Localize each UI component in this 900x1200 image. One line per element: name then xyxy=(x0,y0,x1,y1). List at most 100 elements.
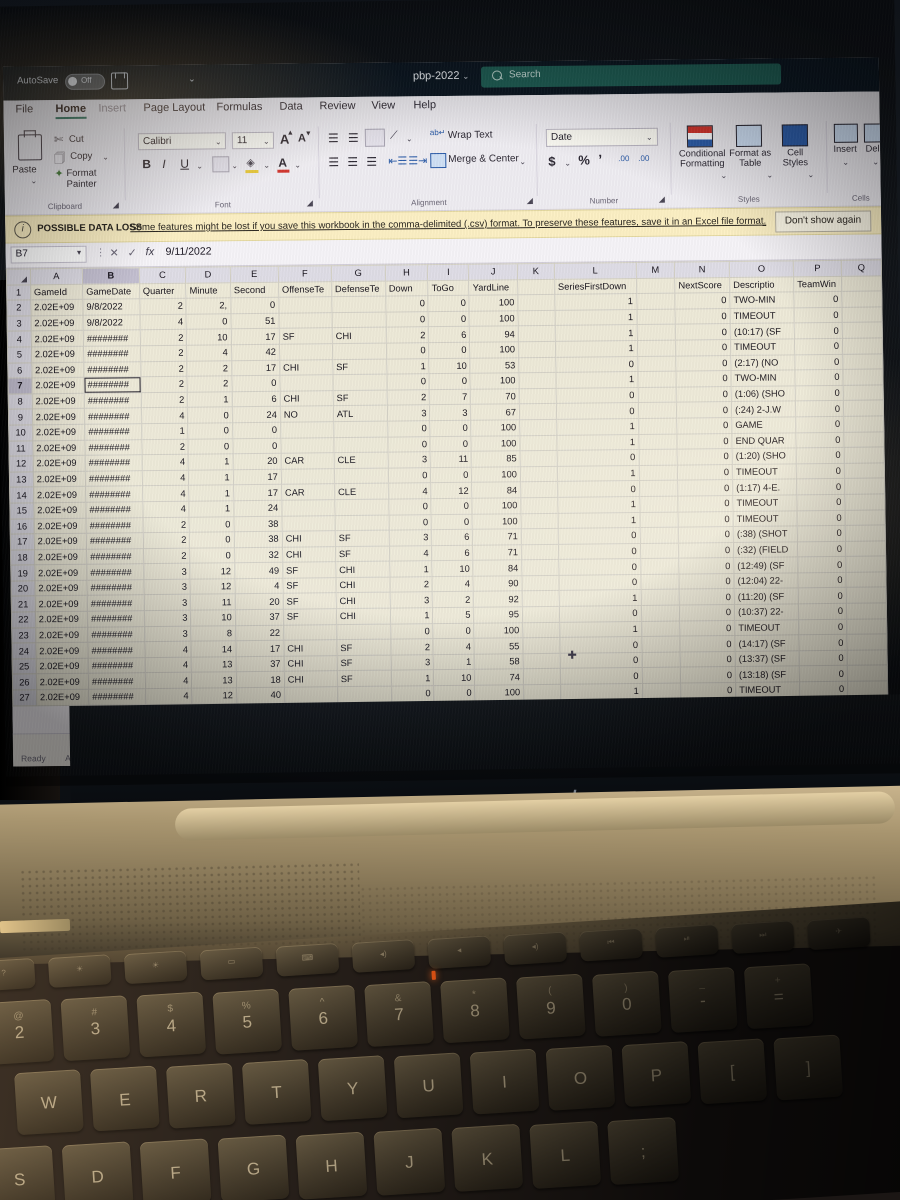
key-k[interactable]: K xyxy=(451,1124,524,1193)
cell-j16[interactable]: 100 xyxy=(472,513,522,530)
key-g[interactable]: G xyxy=(217,1134,290,1200)
cell-f18[interactable]: CHI xyxy=(282,546,336,563)
cell-m10[interactable] xyxy=(638,418,678,435)
row-header-19[interactable]: 19 xyxy=(10,565,35,581)
cell-e26[interactable]: 18 xyxy=(236,671,285,688)
row-header-3[interactable]: 3 xyxy=(7,315,31,332)
cell-b25[interactable]: ######## xyxy=(88,657,146,674)
tab-help[interactable]: Help xyxy=(413,99,436,111)
column-header-i[interactable]: I xyxy=(427,264,470,281)
cell-d17[interactable]: 0 xyxy=(189,531,235,548)
chevron-down-icon[interactable]: ⌄ xyxy=(196,162,203,171)
cell-k12[interactable] xyxy=(520,450,558,467)
cell-e12[interactable]: 20 xyxy=(232,453,282,470)
cell-g22[interactable]: CHI xyxy=(336,608,391,625)
header-cell-g[interactable]: DefenseTe xyxy=(331,280,386,297)
cell-o7[interactable]: TWO-MIN xyxy=(730,369,796,387)
cell-f14[interactable]: CAR xyxy=(281,483,335,501)
cell-k14[interactable] xyxy=(520,481,558,498)
key-s[interactable]: S xyxy=(0,1145,56,1200)
cell-i7[interactable]: 0 xyxy=(429,373,471,390)
cell-e25[interactable]: 37 xyxy=(235,656,285,673)
insert-cells-icon[interactable] xyxy=(833,123,859,143)
cell-g18[interactable]: SF xyxy=(335,545,390,562)
cell-d2[interactable]: 2, xyxy=(186,297,231,314)
dialog-launcher-icon[interactable]: ◢ xyxy=(113,200,119,209)
key-w[interactable]: W xyxy=(14,1069,84,1136)
cell-c14[interactable]: 4 xyxy=(142,485,190,502)
cell-m9[interactable] xyxy=(637,402,677,419)
cell-e13[interactable]: 17 xyxy=(233,468,282,486)
cell-e16[interactable]: 38 xyxy=(233,515,283,532)
cell-o3[interactable]: TIMEOUT xyxy=(730,307,795,324)
cell-m26[interactable] xyxy=(641,667,681,684)
format-as-table-label[interactable]: Format as Table xyxy=(728,148,772,168)
row-header-21[interactable]: 21 xyxy=(11,596,36,613)
cell-h3[interactable]: 0 xyxy=(385,311,429,328)
align-top-icon[interactable]: ☰ xyxy=(328,131,339,145)
cell-b11[interactable]: ######## xyxy=(84,439,142,456)
cell-p24[interactable]: 0 xyxy=(798,634,848,651)
cell-b9[interactable]: ######## xyxy=(84,408,142,425)
cell-k4[interactable] xyxy=(518,325,556,342)
cell-a5[interactable]: 2.02E+09 xyxy=(31,346,84,363)
cell-f21[interactable]: SF xyxy=(282,593,337,610)
cell-l5[interactable]: 1 xyxy=(555,340,638,357)
cell-a24[interactable]: 2.02E+09 xyxy=(35,642,89,659)
cell-styles-label[interactable]: Cell Styles xyxy=(778,147,812,167)
cell-a3[interactable]: 2.02E+09 xyxy=(30,315,84,332)
cell-o2[interactable]: TWO-MIN xyxy=(729,292,795,309)
cell-d24[interactable]: 14 xyxy=(191,640,236,658)
tab-insert[interactable]: Insert xyxy=(98,102,126,114)
cell-g14[interactable]: CLE xyxy=(334,483,389,500)
cell-j11[interactable]: 100 xyxy=(471,435,521,452)
key-=[interactable]: + = xyxy=(743,963,814,1030)
cell-n24[interactable]: 0 xyxy=(680,635,736,652)
cell-b18[interactable]: ######## xyxy=(86,548,144,565)
chevron-down-icon[interactable]: ⌄ xyxy=(30,176,37,185)
cell-g7[interactable] xyxy=(332,374,387,391)
font-color-icon[interactable]: A xyxy=(278,156,287,170)
copy-label[interactable]: Copy xyxy=(70,151,92,162)
cell-g8[interactable]: SF xyxy=(333,389,388,407)
cell-q10[interactable] xyxy=(843,415,884,432)
cell-m21[interactable] xyxy=(640,589,680,606)
cell-l13[interactable]: 1 xyxy=(557,465,640,482)
row-header-14[interactable]: 14 xyxy=(9,487,34,503)
key-fn-10[interactable]: ⏯ xyxy=(655,923,719,958)
cell-d5[interactable]: 4 xyxy=(186,344,232,361)
row-header-22[interactable]: 22 xyxy=(11,611,36,628)
cell-b8[interactable]: ######## xyxy=(84,392,142,409)
chevron-down-icon[interactable]: ⌄ xyxy=(766,171,773,180)
cell-f5[interactable] xyxy=(279,343,333,360)
key-fn-6[interactable]: ◂) xyxy=(351,939,416,973)
dialog-launcher-icon[interactable]: ◢ xyxy=(527,196,533,205)
cell-q5[interactable] xyxy=(842,337,883,354)
cell-e17[interactable]: 38 xyxy=(233,531,283,548)
cell-i18[interactable]: 6 xyxy=(431,544,474,561)
cell-f11[interactable] xyxy=(280,437,334,454)
cell-a19[interactable]: 2.02E+09 xyxy=(34,564,88,581)
paste-label[interactable]: Paste xyxy=(12,164,36,175)
cell-g20[interactable]: CHI xyxy=(335,576,390,594)
cell-h22[interactable]: 1 xyxy=(390,607,434,624)
cell-b26[interactable]: ######## xyxy=(88,673,146,690)
cell-d11[interactable]: 0 xyxy=(188,438,233,455)
cell-q8[interactable] xyxy=(843,384,884,401)
cell-c16[interactable]: 2 xyxy=(142,516,190,533)
cell-h16[interactable]: 0 xyxy=(388,514,432,531)
increase-decimal-icon[interactable]: .00 xyxy=(618,154,629,163)
cell-l15[interactable]: 1 xyxy=(557,496,640,513)
cell-n22[interactable]: 0 xyxy=(679,604,735,621)
cell-f13[interactable] xyxy=(281,468,335,485)
cell-g5[interactable] xyxy=(332,343,387,360)
cell-i24[interactable]: 4 xyxy=(433,638,475,655)
cell-l7[interactable]: 1 xyxy=(555,371,638,389)
cell-c13[interactable]: 4 xyxy=(142,469,190,486)
cell-h13[interactable]: 0 xyxy=(387,467,432,484)
cell-k23[interactable] xyxy=(522,621,560,638)
chevron-down-icon[interactable]: ⌄ xyxy=(102,153,109,162)
align-left-icon[interactable]: ☰ xyxy=(328,155,339,169)
cell-j6[interactable]: 53 xyxy=(470,357,519,374)
cell-o10[interactable]: GAME xyxy=(731,416,796,434)
